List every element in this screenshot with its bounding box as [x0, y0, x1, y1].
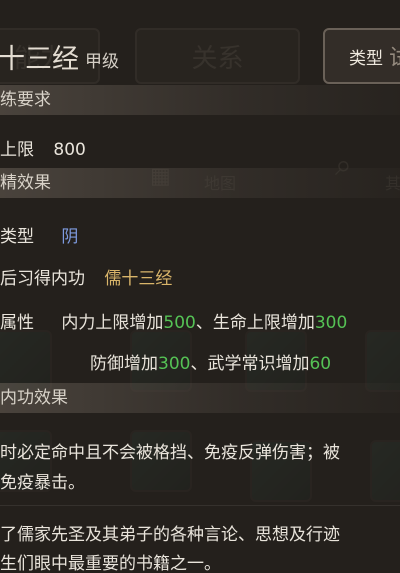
learned-label: 后习得内功 [0, 269, 85, 289]
attribute-label: 属性 [0, 313, 34, 333]
attr2-label: 生命上限增加 [212, 313, 315, 333]
attr3-value: 300 [158, 354, 191, 374]
upper-limit-row: 上限 800 [0, 135, 86, 160]
type-row: 类型 阴 [0, 222, 78, 247]
tab-type-label: 类型 [349, 48, 383, 69]
book-detail-panel: 十三经 甲级 类型 试 练要求 上限 800 精效果 类型 阴 后习得内功 儒十… [0, 0, 400, 573]
description-line-2: 生们眼中最重要的书籍之一。 [0, 554, 221, 573]
divider [0, 505, 400, 506]
section-practice-effect: 精效果 [0, 168, 400, 198]
attr1-value: 500 [163, 313, 196, 333]
effect-line-2: 免疫暴击。 [0, 473, 85, 493]
section-internal-effect: 内功效果 [0, 383, 400, 413]
type-label: 类型 [0, 227, 34, 247]
type-value: 阴 [61, 227, 79, 247]
book-title: 十三经 [0, 43, 79, 75]
attribute-row-2: 防御增加300、武学常识增加60 [90, 349, 331, 374]
learned-value: 儒十三经 [104, 269, 173, 289]
learned-row: 后习得内功 儒十三经 [0, 264, 172, 289]
description-line-1: 了儒家先圣及其弟子的各种言论、思想及行迹 [0, 525, 340, 545]
upper-limit-label: 上限 [0, 140, 34, 160]
book-title-header: 十三经 甲级 [0, 28, 129, 84]
attr-separator: 、 [195, 313, 213, 333]
attr1-label: 内力上限增加 [61, 313, 164, 333]
attr4-value: 60 [309, 354, 332, 374]
tab-type[interactable]: 类型 试 [323, 28, 400, 84]
tab-extra-label: 试 [388, 46, 400, 71]
book-grade: 甲级 [85, 51, 119, 72]
attr-separator: 、 [190, 354, 208, 374]
section-requirements: 练要求 [0, 85, 400, 115]
attr4-label: 武学常识增加 [207, 354, 310, 374]
attr2-value: 300 [314, 313, 348, 333]
upper-limit-value: 800 [53, 140, 86, 160]
effect-line-1: 时必定命中且不会被格挡、免疫反弹伤害；被 [0, 443, 340, 463]
attr3-label: 防御增加 [90, 354, 158, 374]
attribute-row-1: 属性 内力上限增加500、生命上限增加300 [0, 308, 347, 333]
